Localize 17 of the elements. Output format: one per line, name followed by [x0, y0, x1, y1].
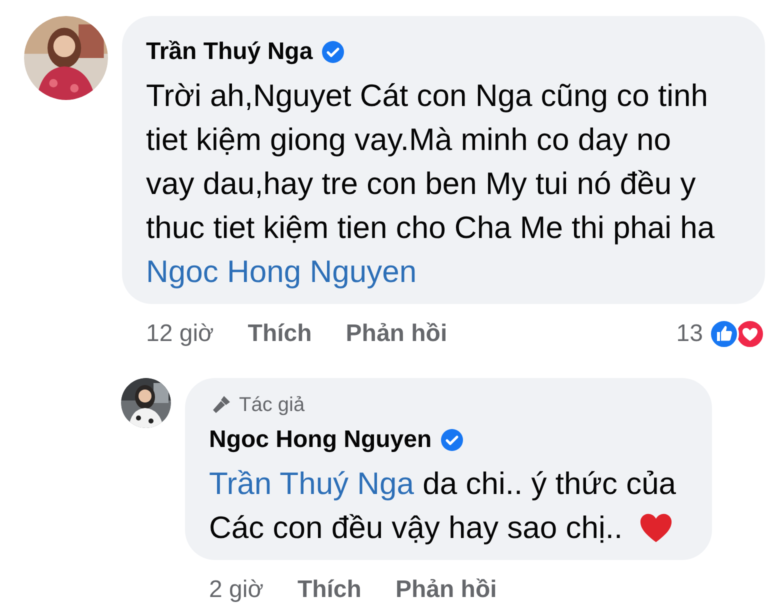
- heart-icon: [639, 512, 674, 544]
- author-name[interactable]: Ngoc Hong Nguyen: [209, 422, 432, 458]
- reaction-count: 13: [676, 319, 703, 349]
- reply-button[interactable]: Phản hồi: [395, 572, 497, 604]
- author-label: Tác giả: [239, 393, 305, 418]
- heart-reaction-icon: [735, 319, 765, 349]
- thumbs-up-icon: [709, 319, 739, 349]
- like-button[interactable]: Thích: [297, 572, 362, 604]
- comment-text: Trời ah,Nguyet Cát con Nga cũng co tinh tiet kiệm giong vay.Mà minh co day no vay dau,hay tre con ben My tui nó đều y thuc tiet kiệm tien cho Cha Me thi phai ha Ngoc Hong Nguyen: [146, 77, 716, 291]
- author-name[interactable]: Trần Thuý Nga: [146, 34, 313, 70]
- mention-link[interactable]: Ngoc Hong Nguyen: [146, 254, 417, 289]
- comment-time: 12 giờ: [146, 319, 214, 349]
- comment-text: Trần Thuý Nga da chi.. ý thức của Các con đều vậy hay sao chị..: [209, 465, 678, 547]
- mention-link[interactable]: Trần Thuý Nga: [209, 466, 414, 501]
- like-button[interactable]: Thích: [248, 316, 312, 352]
- reply-button[interactable]: Phản hồi: [346, 316, 448, 352]
- comment-time: 2 giờ: [209, 575, 264, 604]
